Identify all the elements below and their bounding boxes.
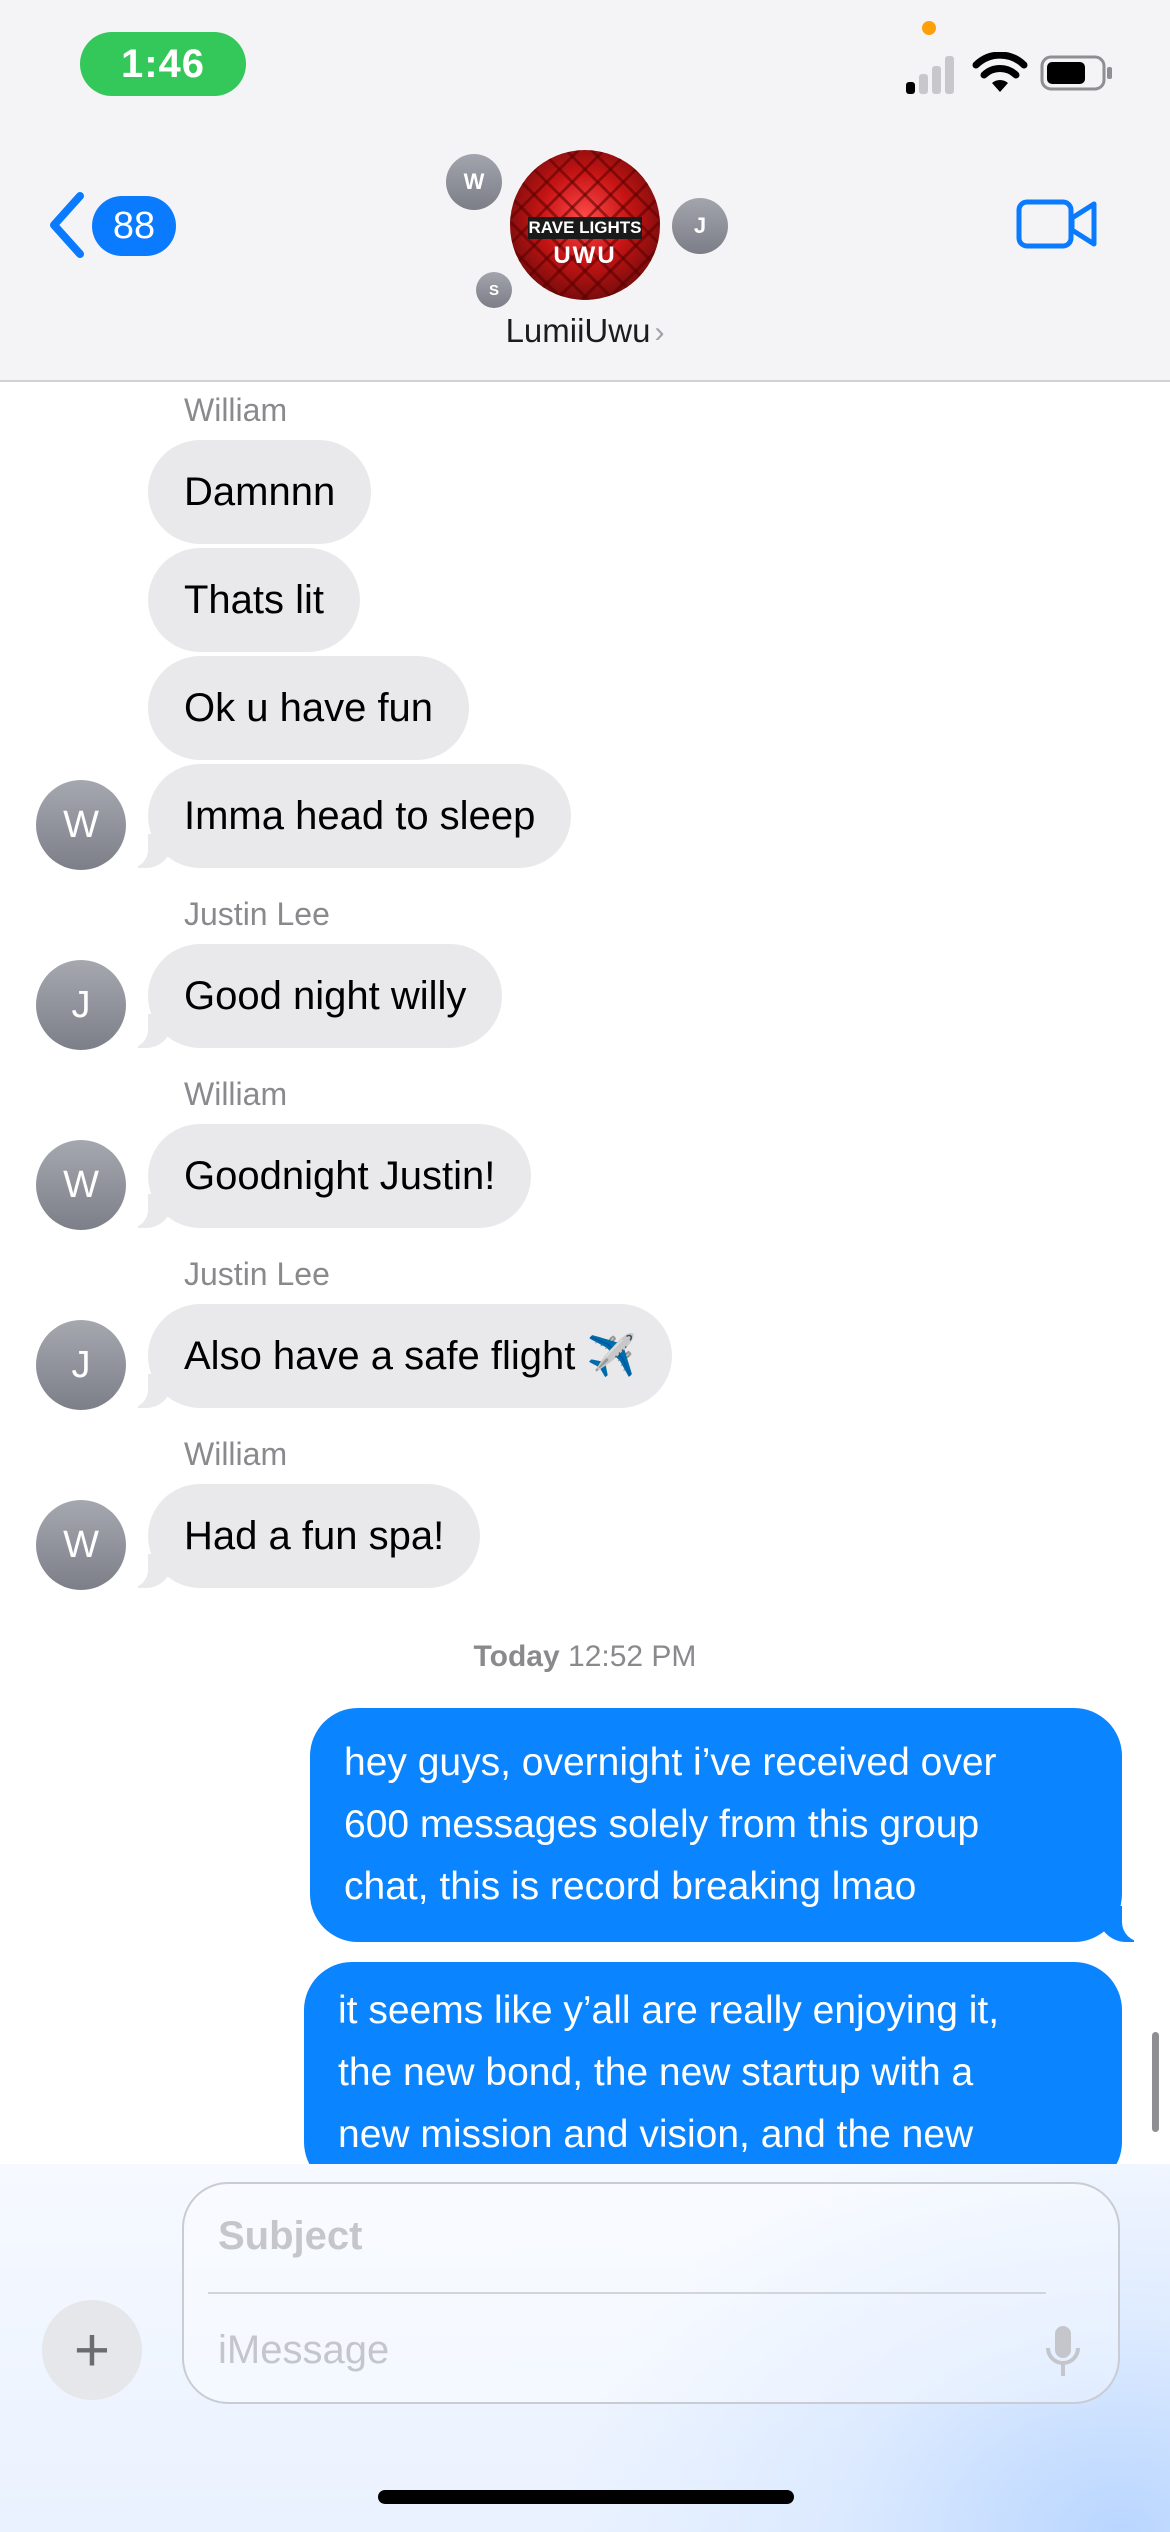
- message-bubble[interactable]: Thats lit: [148, 548, 361, 652]
- message-bubble[interactable]: Good night willy: [125, 944, 503, 1048]
- subject-field[interactable]: Subject: [218, 2214, 362, 2259]
- group-photo-caption: UWU: [553, 242, 617, 269]
- sender-name: William: [184, 1436, 288, 1472]
- member-avatar: W: [446, 154, 502, 210]
- messages-screen: William Damnnn Thats lit Ok u have fun W…: [0, 0, 1170, 2532]
- group-name-label: LumiiUwu: [505, 312, 651, 349]
- sender-name: Justin Lee: [184, 896, 330, 932]
- sender-name: William: [184, 392, 288, 428]
- timestamp-time: 12:52 PM: [568, 1640, 697, 1673]
- member-avatar: J: [672, 198, 728, 254]
- home-indicator[interactable]: [378, 2490, 794, 2504]
- sender-avatar[interactable]: W: [36, 1500, 126, 1590]
- sender-name: William: [184, 1076, 288, 1112]
- outgoing-message[interactable]: it seems like y’all are really enjoying …: [304, 1962, 1122, 2190]
- nav-header: 1:46 88 W J S RAVE LIGHTS UWU LumiiUwu ›: [0, 0, 1170, 382]
- message-compose-field[interactable]: Subject iMessage: [182, 2182, 1120, 2404]
- cellular-signal-icon: [906, 54, 962, 94]
- microphone-icon[interactable]: [1044, 2324, 1082, 2380]
- message-bubble[interactable]: Damnnn: [148, 440, 372, 544]
- message-bubble[interactable]: Imma head to sleep: [125, 764, 572, 868]
- wifi-icon: [972, 52, 1028, 92]
- sender-name: Justin Lee: [184, 1256, 330, 1292]
- sender-avatar[interactable]: W: [36, 780, 126, 870]
- privacy-indicator-icon: [922, 21, 936, 35]
- group-photo-banner: RAVE LIGHTS: [528, 217, 642, 239]
- status-time: 1:46: [80, 32, 246, 96]
- scroll-indicator[interactable]: [1152, 2032, 1159, 2132]
- facetime-video-icon[interactable]: [1016, 196, 1098, 252]
- sender-avatar[interactable]: J: [36, 1320, 126, 1410]
- compose-divider: [208, 2292, 1046, 2294]
- add-attachment-button[interactable]: +: [42, 2300, 142, 2400]
- group-name: LumiiUwu ›: [0, 312, 1170, 350]
- group-avatar: RAVE LIGHTS UWU: [510, 150, 660, 300]
- message-bubble[interactable]: Ok u have fun: [148, 656, 470, 760]
- outgoing-message[interactable]: hey guys, overnight i’ve received over 6…: [310, 1708, 1148, 1942]
- battery-icon: [1040, 55, 1112, 91]
- plus-icon: +: [73, 2315, 111, 2385]
- timestamp-day: Today: [473, 1640, 560, 1673]
- message-bubble[interactable]: Had a fun spa!: [125, 1484, 481, 1588]
- chevron-left-icon: [50, 192, 84, 258]
- chevron-right-icon: ›: [654, 316, 665, 349]
- sender-avatar[interactable]: J: [36, 960, 126, 1050]
- timestamp: Today 12:52 PM: [0, 1640, 1170, 1674]
- sender-avatar[interactable]: W: [36, 1140, 126, 1230]
- back-button[interactable]: 88: [46, 190, 178, 260]
- member-avatar: S: [476, 272, 512, 308]
- message-bubble[interactable]: Also have a safe flight ✈️: [125, 1304, 673, 1408]
- message-bubble[interactable]: Goodnight Justin!: [125, 1124, 532, 1228]
- message-input[interactable]: iMessage: [218, 2328, 389, 2373]
- unread-badge: 88: [92, 196, 176, 256]
